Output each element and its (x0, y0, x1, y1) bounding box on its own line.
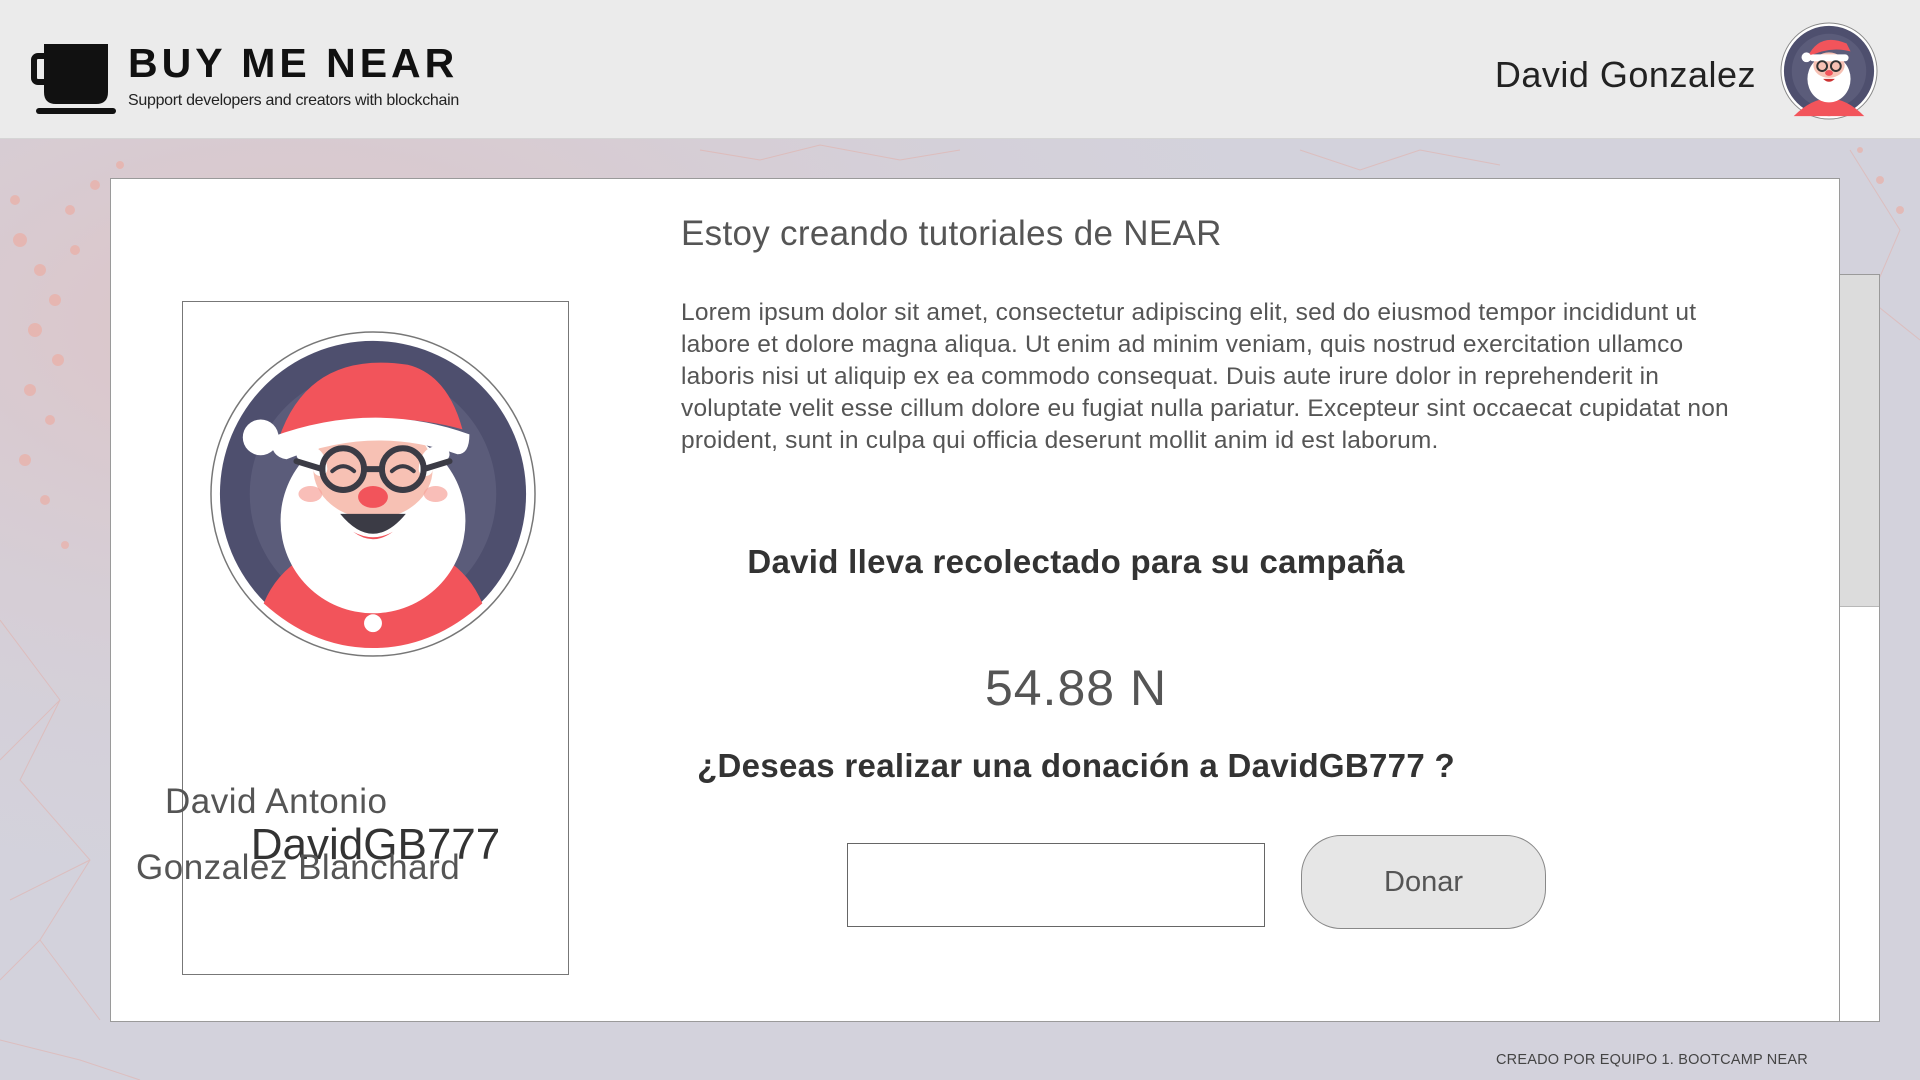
coffee-cup-icon[interactable] (30, 40, 120, 120)
campaign-title: Estoy creando tutoriales de NEAR (681, 214, 1222, 253)
donate-question: ¿Deseas realizar una donación a DavidGB7… (697, 747, 1455, 784)
brand-subtitle: Support developers and creators with blo… (128, 92, 459, 109)
header-user-name[interactable]: David Gonzalez (1495, 54, 1756, 96)
collected-amount: 54.88 N (984, 660, 1168, 716)
donate-button[interactable]: Donar (1301, 835, 1546, 929)
profile-name-last: Gonzalez Blanchard (136, 848, 461, 887)
donation-amount-input[interactable] (847, 843, 1265, 927)
brand-title[interactable]: BUY ME NEAR (128, 40, 458, 87)
header-avatar[interactable] (1780, 22, 1878, 120)
profile-name-first: David Antonio (165, 782, 388, 821)
campaign-description: Lorem ipsum dolor sit amet, consectetur … (681, 299, 1729, 454)
scrollbar[interactable] (1840, 274, 1880, 1022)
scrollbar-thumb[interactable] (1840, 275, 1879, 607)
collected-label: David lleva recolectado para su campaña (747, 543, 1405, 580)
santa-avatar (210, 331, 536, 657)
campaign-card: DavidGB777 David Antonio Gonzalez Blanch… (110, 178, 1840, 1022)
app-header: BUY ME NEAR Support developers and creat… (0, 0, 1920, 139)
footer-credit: CREADO POR EQUIPO 1. BOOTCAMP NEAR (1496, 1052, 1808, 1068)
